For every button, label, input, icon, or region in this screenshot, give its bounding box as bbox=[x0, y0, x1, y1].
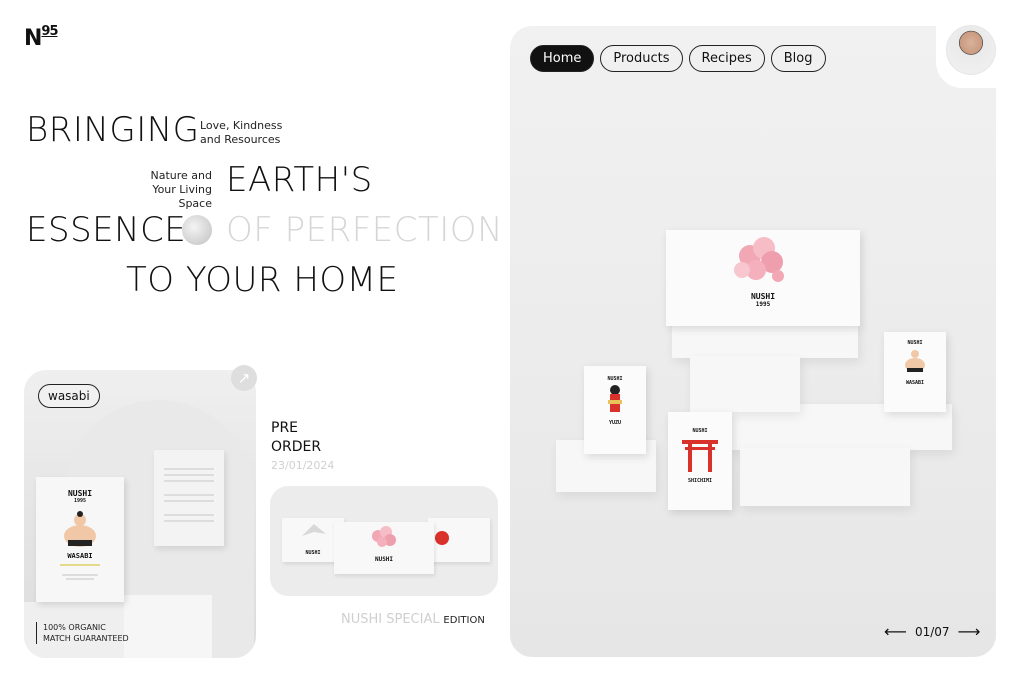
headline-bringing: BRINGING bbox=[26, 110, 200, 150]
moon-icon bbox=[182, 215, 212, 245]
hero-box-year: 1995 bbox=[755, 301, 771, 308]
hero-box-wasabi: NUSHI WASABI bbox=[884, 332, 946, 412]
headline-note-nature: Nature and Your Living Space bbox=[150, 169, 213, 210]
open-arrow-button[interactable]: ↗ bbox=[231, 365, 257, 391]
hero-box-yuzu: NUSHI YUZU bbox=[584, 366, 646, 454]
user-avatar[interactable] bbox=[946, 25, 996, 75]
headline-earths: EARTH'S bbox=[226, 160, 373, 200]
pedestal bbox=[124, 595, 212, 658]
product-box-back bbox=[154, 450, 224, 546]
scene-block bbox=[690, 356, 800, 412]
box-sakura: NUSHI bbox=[334, 522, 434, 574]
sumo-icon bbox=[905, 350, 925, 372]
headline-essence: ESSENCE bbox=[26, 210, 187, 250]
hero-box-shichimi: NUSHI SHICHIMI bbox=[668, 412, 732, 510]
organic-badge: 100% ORGANIC MATCH GUARANTEED bbox=[36, 622, 129, 644]
scene-block bbox=[672, 322, 858, 358]
hero-box-brand: NUSHI bbox=[750, 292, 776, 301]
preorder-date: 23/01/2024 bbox=[271, 459, 335, 472]
special-edition-card[interactable]: NUSHI NUSHI bbox=[270, 486, 498, 596]
slide-index: 01/07 bbox=[914, 624, 950, 639]
nav-home[interactable]: Home bbox=[530, 45, 595, 72]
sakura-icon bbox=[734, 237, 784, 282]
brand-logo[interactable]: N95 bbox=[24, 24, 59, 51]
product-box-wasabi: NUSHI 1995 WASABI bbox=[36, 477, 124, 602]
nav-blog[interactable]: Blog bbox=[770, 45, 826, 72]
headline-of-perfection: OF PERFECTION bbox=[226, 210, 504, 250]
geisha-icon bbox=[608, 385, 622, 412]
logo-number: 95 bbox=[41, 24, 58, 39]
box-product-name: WASABI bbox=[67, 552, 93, 560]
arrow-up-right-icon: ↗ bbox=[237, 369, 251, 387]
red-sun-icon bbox=[435, 531, 449, 545]
featured-product-card[interactable]: NUSHI 1995 WASABI wasabi 100% ORGANIC MAT… bbox=[24, 370, 256, 658]
box-brand: NUSHI bbox=[67, 489, 93, 498]
slide-counter: ⟵ 01/07 ⟶ bbox=[884, 622, 980, 641]
nav-products[interactable]: Products bbox=[600, 45, 683, 72]
box-year: 1995 bbox=[73, 498, 87, 504]
next-arrow-icon[interactable]: ⟶ bbox=[958, 622, 981, 641]
main-nav: Home Products Recipes Blog bbox=[530, 45, 826, 72]
headline-to-your-home: TO YOUR HOME bbox=[126, 260, 399, 300]
prev-arrow-icon[interactable]: ⟵ bbox=[884, 622, 907, 641]
yuzu-label: YUZU bbox=[608, 420, 622, 426]
sakura-icon bbox=[372, 526, 396, 547]
sumo-icon bbox=[64, 511, 96, 547]
edition-label: NUSHI SPECIAL EDITION bbox=[341, 612, 485, 627]
category-tag[interactable]: wasabi bbox=[38, 384, 100, 408]
logo-letter: N bbox=[24, 26, 42, 51]
nav-recipes[interactable]: Recipes bbox=[688, 45, 765, 72]
shichimi-label: SHICHIMI bbox=[687, 478, 713, 484]
box-sun bbox=[428, 518, 490, 562]
torii-icon bbox=[682, 440, 718, 472]
preorder-heading: PRE ORDER bbox=[271, 420, 322, 455]
scene-block bbox=[740, 448, 910, 506]
hero-box-sakura: NUSHI 1995 bbox=[666, 230, 860, 326]
headline-note-love: Love, Kindness and Resources bbox=[200, 119, 283, 146]
wasabi-label: WASABI bbox=[905, 380, 925, 386]
